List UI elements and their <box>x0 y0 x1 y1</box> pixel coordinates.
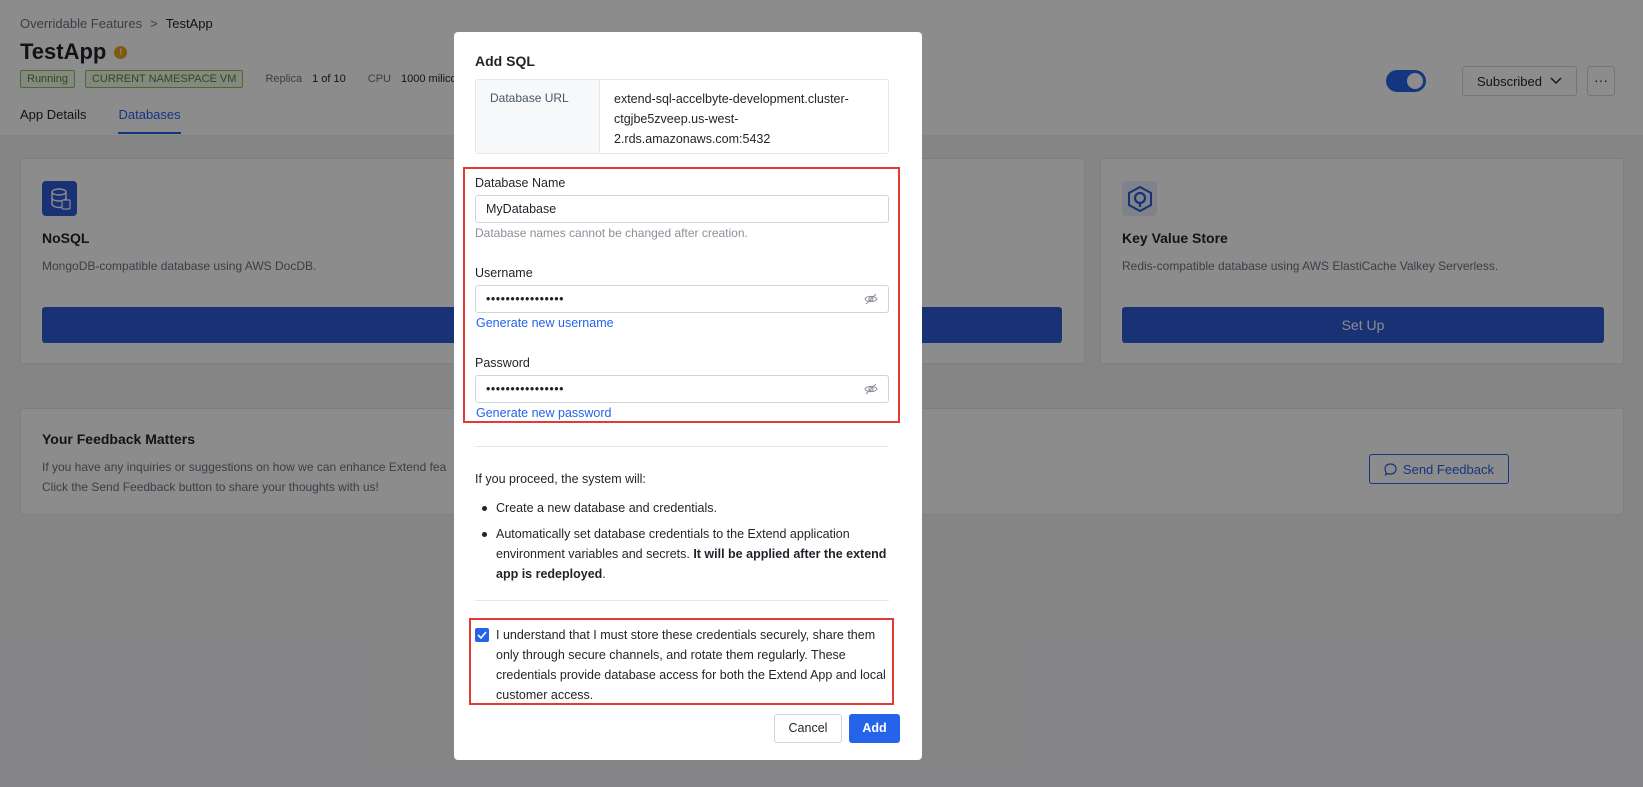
generate-password-link[interactable]: Generate new password <box>476 406 612 420</box>
database-name-helper: Database names cannot be changed after c… <box>475 226 748 240</box>
username-masked-value: •••••••••••••••• <box>486 292 565 306</box>
database-url-row: Database URL extend-sql-accelbyte-develo… <box>475 79 889 154</box>
eye-slash-icon[interactable] <box>864 293 878 305</box>
eye-slash-icon[interactable] <box>864 383 878 395</box>
checkmark-icon <box>477 631 487 639</box>
add-sql-dialog: Add SQL Database URL extend-sql-accelbyt… <box>454 32 922 760</box>
proceed-item-2: Automatically set database credentials t… <box>475 524 889 584</box>
database-url-label: Database URL <box>476 80 600 153</box>
acknowledgement-row: I understand that I must store these cre… <box>475 625 889 705</box>
password-label: Password <box>475 356 530 370</box>
password-masked-value: •••••••••••••••• <box>486 382 565 396</box>
database-name-input[interactable]: MyDatabase <box>475 195 889 223</box>
proceed-intro: If you proceed, the system will: <box>475 472 646 486</box>
generate-username-link[interactable]: Generate new username <box>476 316 614 330</box>
divider <box>475 600 889 601</box>
username-label: Username <box>475 266 533 280</box>
username-input[interactable]: •••••••••••••••• <box>475 285 889 313</box>
add-button[interactable]: Add <box>849 714 900 743</box>
divider <box>475 446 889 447</box>
proceed-item-1: Create a new database and credentials. <box>475 498 889 518</box>
dialog-title: Add SQL <box>475 53 535 69</box>
proceed-list: Create a new database and credentials. A… <box>475 498 889 590</box>
database-url-line-3: 2.rds.amazonaws.com:5432 <box>614 132 771 146</box>
proceed-item-2-end: . <box>602 567 606 581</box>
acknowledgement-text[interactable]: I understand that I must store these cre… <box>496 625 889 705</box>
acknowledgement-checkbox[interactable] <box>475 628 489 642</box>
database-url-value: extend-sql-accelbyte-development.cluster… <box>600 80 863 153</box>
cancel-button[interactable]: Cancel <box>774 714 842 743</box>
password-input[interactable]: •••••••••••••••• <box>475 375 889 403</box>
database-url-line-1: extend-sql-accelbyte-development.cluster… <box>614 92 849 106</box>
database-url-line-2: ctgjbe5zveep.us-west- <box>614 112 739 126</box>
database-name-label: Database Name <box>475 176 566 190</box>
